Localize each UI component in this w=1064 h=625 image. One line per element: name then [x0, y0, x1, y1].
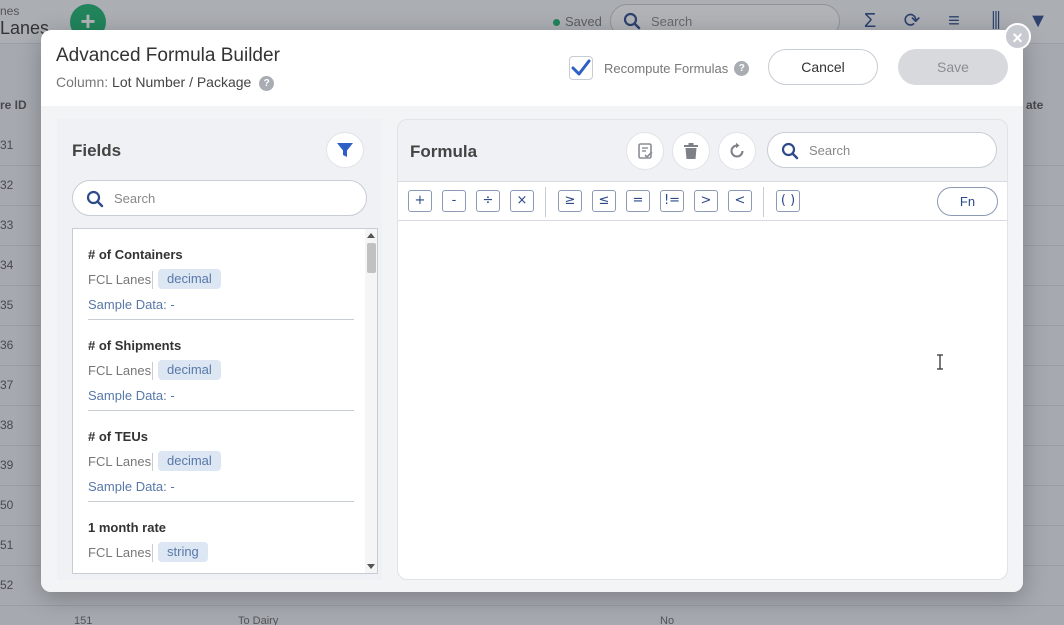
plus-operator-button[interactable]: +	[408, 190, 432, 212]
field-divider	[152, 544, 153, 562]
formula-editor[interactable]	[398, 221, 1007, 579]
not-equals-operator-button[interactable]: !=	[660, 190, 684, 212]
column-label: Column:	[56, 74, 109, 90]
field-type-badge: decimal	[158, 269, 221, 289]
recompute-label: Recompute Formulas	[604, 60, 729, 76]
field-divider	[152, 271, 153, 289]
formula-title: Formula	[410, 142, 478, 161]
divide-operator-button[interactable]: ÷	[476, 190, 500, 212]
field-type-badge: decimal	[158, 451, 221, 471]
recompute-help-icon[interactable]: ?	[734, 60, 750, 76]
list-item[interactable]: 1 month rate FCL Lanes string	[88, 502, 354, 573]
list-item[interactable]: # of TEUs FCL Lanes decimal Sample Data:…	[88, 411, 354, 502]
fields-panel: Fields Search # of Containers FCL Lanes …	[57, 119, 382, 580]
reset-button[interactable]	[718, 132, 756, 170]
trash-icon	[684, 143, 698, 159]
operator-toolbar: + - ÷ × ≥ ≤ = != > < ( ) Fn	[398, 181, 1007, 221]
fields-title: Fields	[72, 141, 122, 160]
field-name: # of TEUs	[88, 429, 148, 444]
field-sample: Sample Data: -	[88, 479, 175, 494]
field-source: FCL Lanes	[88, 363, 152, 378]
fields-search-input[interactable]: Search	[72, 180, 367, 216]
multiply-operator-button[interactable]: ×	[510, 190, 534, 212]
parentheses-operator-button[interactable]: ( )	[776, 190, 800, 212]
delete-button[interactable]	[672, 132, 710, 170]
field-source: FCL Lanes	[88, 454, 152, 469]
column-value: Lot Number / Package	[112, 74, 252, 90]
recompute-formulas-option[interactable]: Recompute Formulas ?	[569, 56, 750, 80]
lte-operator-button[interactable]: ≤	[592, 190, 616, 212]
save-button[interactable]: Save	[898, 49, 1008, 85]
field-sample: Sample Data: -	[88, 297, 175, 312]
operator-divider	[545, 187, 546, 217]
help-icon[interactable]: ?	[259, 75, 275, 91]
field-name: # of Shipments	[88, 338, 182, 353]
gt-operator-button[interactable]: >	[694, 190, 718, 212]
field-name: 1 month rate	[88, 520, 167, 535]
formula-panel: Formula Search + - ÷ × ≥ ≤ = != > < () …	[397, 119, 1008, 580]
reset-icon	[730, 142, 744, 158]
field-source: FCL Lanes	[88, 545, 152, 560]
formula-builder-dialog: Advanced Formula Builder Column: Lot Num…	[41, 30, 1023, 592]
list-item[interactable]: # of Containers FCL Lanes decimal Sample…	[88, 229, 354, 320]
equals-operator-button[interactable]: =	[626, 190, 650, 212]
cancel-button[interactable]: Cancel	[768, 49, 878, 85]
dialog-body: Fields Search # of Containers FCL Lanes …	[41, 106, 1023, 592]
functions-button[interactable]: Fn	[937, 187, 998, 216]
dialog-title: Advanced Formula Builder	[56, 45, 280, 66]
gte-operator-button[interactable]: ≥	[558, 190, 582, 212]
fields-list[interactable]: # of Containers FCL Lanes decimal Sample…	[72, 228, 378, 574]
field-divider	[152, 362, 153, 380]
fields-search-placeholder: Search	[114, 191, 156, 206]
field-sample: Sample Data: -	[88, 388, 175, 403]
clipboard-check-icon	[638, 143, 653, 159]
field-type-badge: string	[158, 542, 208, 562]
validate-button[interactable]	[626, 132, 664, 170]
close-dialog-button[interactable]: ×	[1004, 23, 1031, 50]
search-icon	[86, 190, 104, 208]
recompute-checkbox[interactable]	[569, 56, 593, 80]
formula-search-input[interactable]: Search	[767, 132, 997, 168]
minus-operator-button[interactable]: -	[442, 190, 466, 212]
field-divider	[152, 453, 153, 471]
fields-filter-button[interactable]	[326, 132, 364, 168]
operator-divider	[763, 187, 764, 217]
text-cursor-icon	[937, 354, 943, 370]
field-type-badge: decimal	[158, 360, 221, 380]
scroll-up-icon[interactable]	[367, 233, 375, 238]
search-icon	[781, 142, 799, 160]
lt-operator-button[interactable]: <	[728, 190, 752, 212]
field-name: # of Containers	[88, 247, 183, 262]
formula-search-placeholder: Search	[809, 143, 851, 158]
scroll-thumb[interactable]	[367, 243, 376, 273]
dialog-subtitle: Column: Lot Number / Package ?	[56, 74, 275, 91]
field-source: FCL Lanes	[88, 272, 152, 287]
fields-scrollbar[interactable]	[365, 229, 377, 573]
scroll-down-icon[interactable]	[367, 564, 375, 569]
checkmark-icon	[571, 59, 591, 76]
filter-icon	[337, 143, 353, 157]
list-item[interactable]: # of Shipments FCL Lanes decimal Sample …	[88, 320, 354, 411]
